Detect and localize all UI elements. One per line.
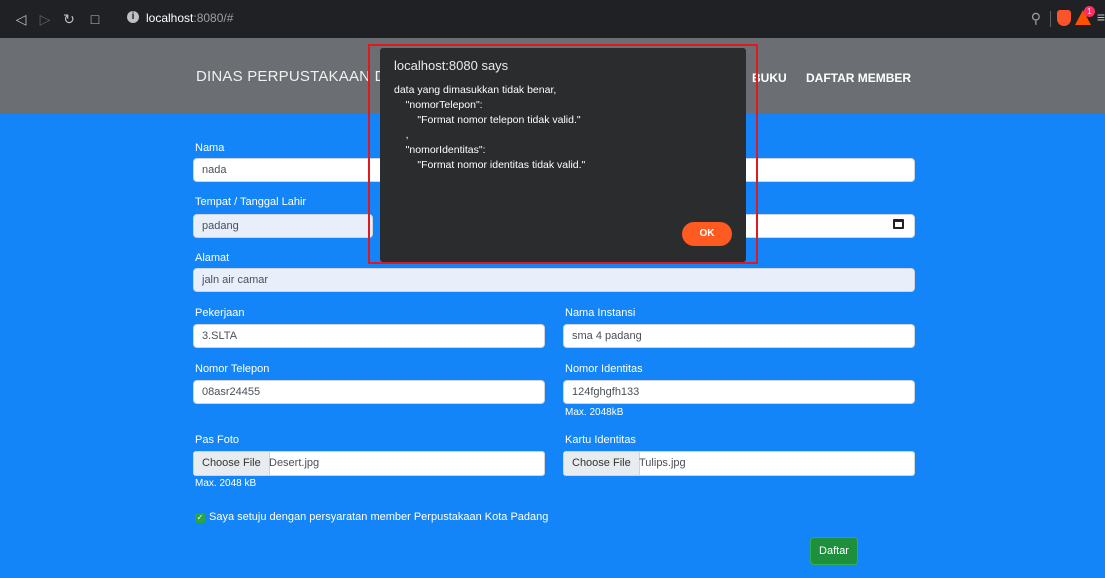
kartu-identitas-filename: Tulips.jpg xyxy=(639,457,686,469)
agree-label[interactable]: Saya setuju dengan persyaratan member Pe… xyxy=(209,511,548,523)
daftar-button[interactable]: Daftar xyxy=(810,537,858,565)
dialog-ok-button[interactable]: OK xyxy=(682,222,732,246)
calendar-icon[interactable] xyxy=(893,219,904,229)
pas-foto-choose-button[interactable]: Choose File xyxy=(194,452,270,475)
reload-icon[interactable]: ↻ xyxy=(60,10,78,28)
pas-foto-file-input[interactable]: Choose File Desert.jpg xyxy=(193,451,545,476)
dialog-title: localhost:8080 says xyxy=(394,58,509,73)
kartu-identitas-choose-button[interactable]: Choose File xyxy=(564,452,640,475)
nama-instansi-input[interactable]: sma 4 padang xyxy=(563,324,915,348)
kartu-identitas-label: Kartu Identitas xyxy=(565,434,636,446)
tempat-tanggal-label: Tempat / Tanggal Lahir xyxy=(195,196,307,208)
rewards-badge: 1 xyxy=(1084,6,1095,17)
url-host: localhost xyxy=(146,11,194,25)
tanggal-lahir-input[interactable] xyxy=(738,214,915,238)
pekerjaan-label: Pekerjaan xyxy=(195,307,245,319)
zoom-icon[interactable]: ⚲ xyxy=(1031,10,1041,27)
menu-icon[interactable]: ≡ xyxy=(1097,9,1105,25)
bookmark-icon[interactable]: □ xyxy=(86,10,104,28)
alamat-input[interactable]: jaln air camar xyxy=(193,268,915,292)
brave-shield-icon[interactable] xyxy=(1057,10,1071,26)
site-brand[interactable]: DINAS PERPUSTAKAAN DA xyxy=(196,68,396,85)
pas-foto-label: Pas Foto xyxy=(195,434,240,446)
nama-instansi-label: Nama Instansi xyxy=(565,307,636,319)
url-path: :8080/# xyxy=(193,11,234,25)
pekerjaan-select[interactable]: 3.SLTA xyxy=(193,324,545,348)
address-bar[interactable]: localhost:8080/# xyxy=(146,11,233,25)
nomor-identitas-helper: Max. 2048kB xyxy=(565,407,624,418)
nama-label: Nama xyxy=(195,142,225,154)
alert-dialog: localhost:8080 says data yang dimasukkan… xyxy=(380,48,746,262)
nomor-identitas-input[interactable]: 124fghgfh133 xyxy=(563,380,915,404)
dialog-message: data yang dimasukkan tidak benar, "nomor… xyxy=(394,84,586,171)
nomor-telepon-input[interactable]: 08asr24455 xyxy=(193,380,545,404)
browser-toolbar: ◁ ▷ ↻ □ i localhost:8080/# ⚲ 1 ≡ xyxy=(0,0,1105,38)
nav-link-daftar-member[interactable]: DAFTAR MEMBER xyxy=(806,71,911,85)
alamat-label: Alamat xyxy=(195,252,230,264)
nomor-identitas-label: Nomor Identitas xyxy=(565,363,643,375)
nav-link-buku[interactable]: BUKU xyxy=(752,71,787,85)
back-icon[interactable]: ◁ xyxy=(12,10,30,28)
agree-checkbox[interactable]: ✓ xyxy=(195,513,205,523)
pas-foto-helper: Max. 2048 kB xyxy=(195,478,257,489)
nomor-telepon-label: Nomor Telepon xyxy=(195,363,270,375)
tempat-lahir-input[interactable]: padang xyxy=(193,214,373,238)
toolbar-separator xyxy=(1050,11,1051,27)
forward-icon[interactable]: ▷ xyxy=(36,10,54,28)
info-icon[interactable]: i xyxy=(127,11,139,23)
kartu-identitas-file-input[interactable]: Choose File Tulips.jpg xyxy=(563,451,915,476)
pas-foto-filename: Desert.jpg xyxy=(269,457,320,469)
